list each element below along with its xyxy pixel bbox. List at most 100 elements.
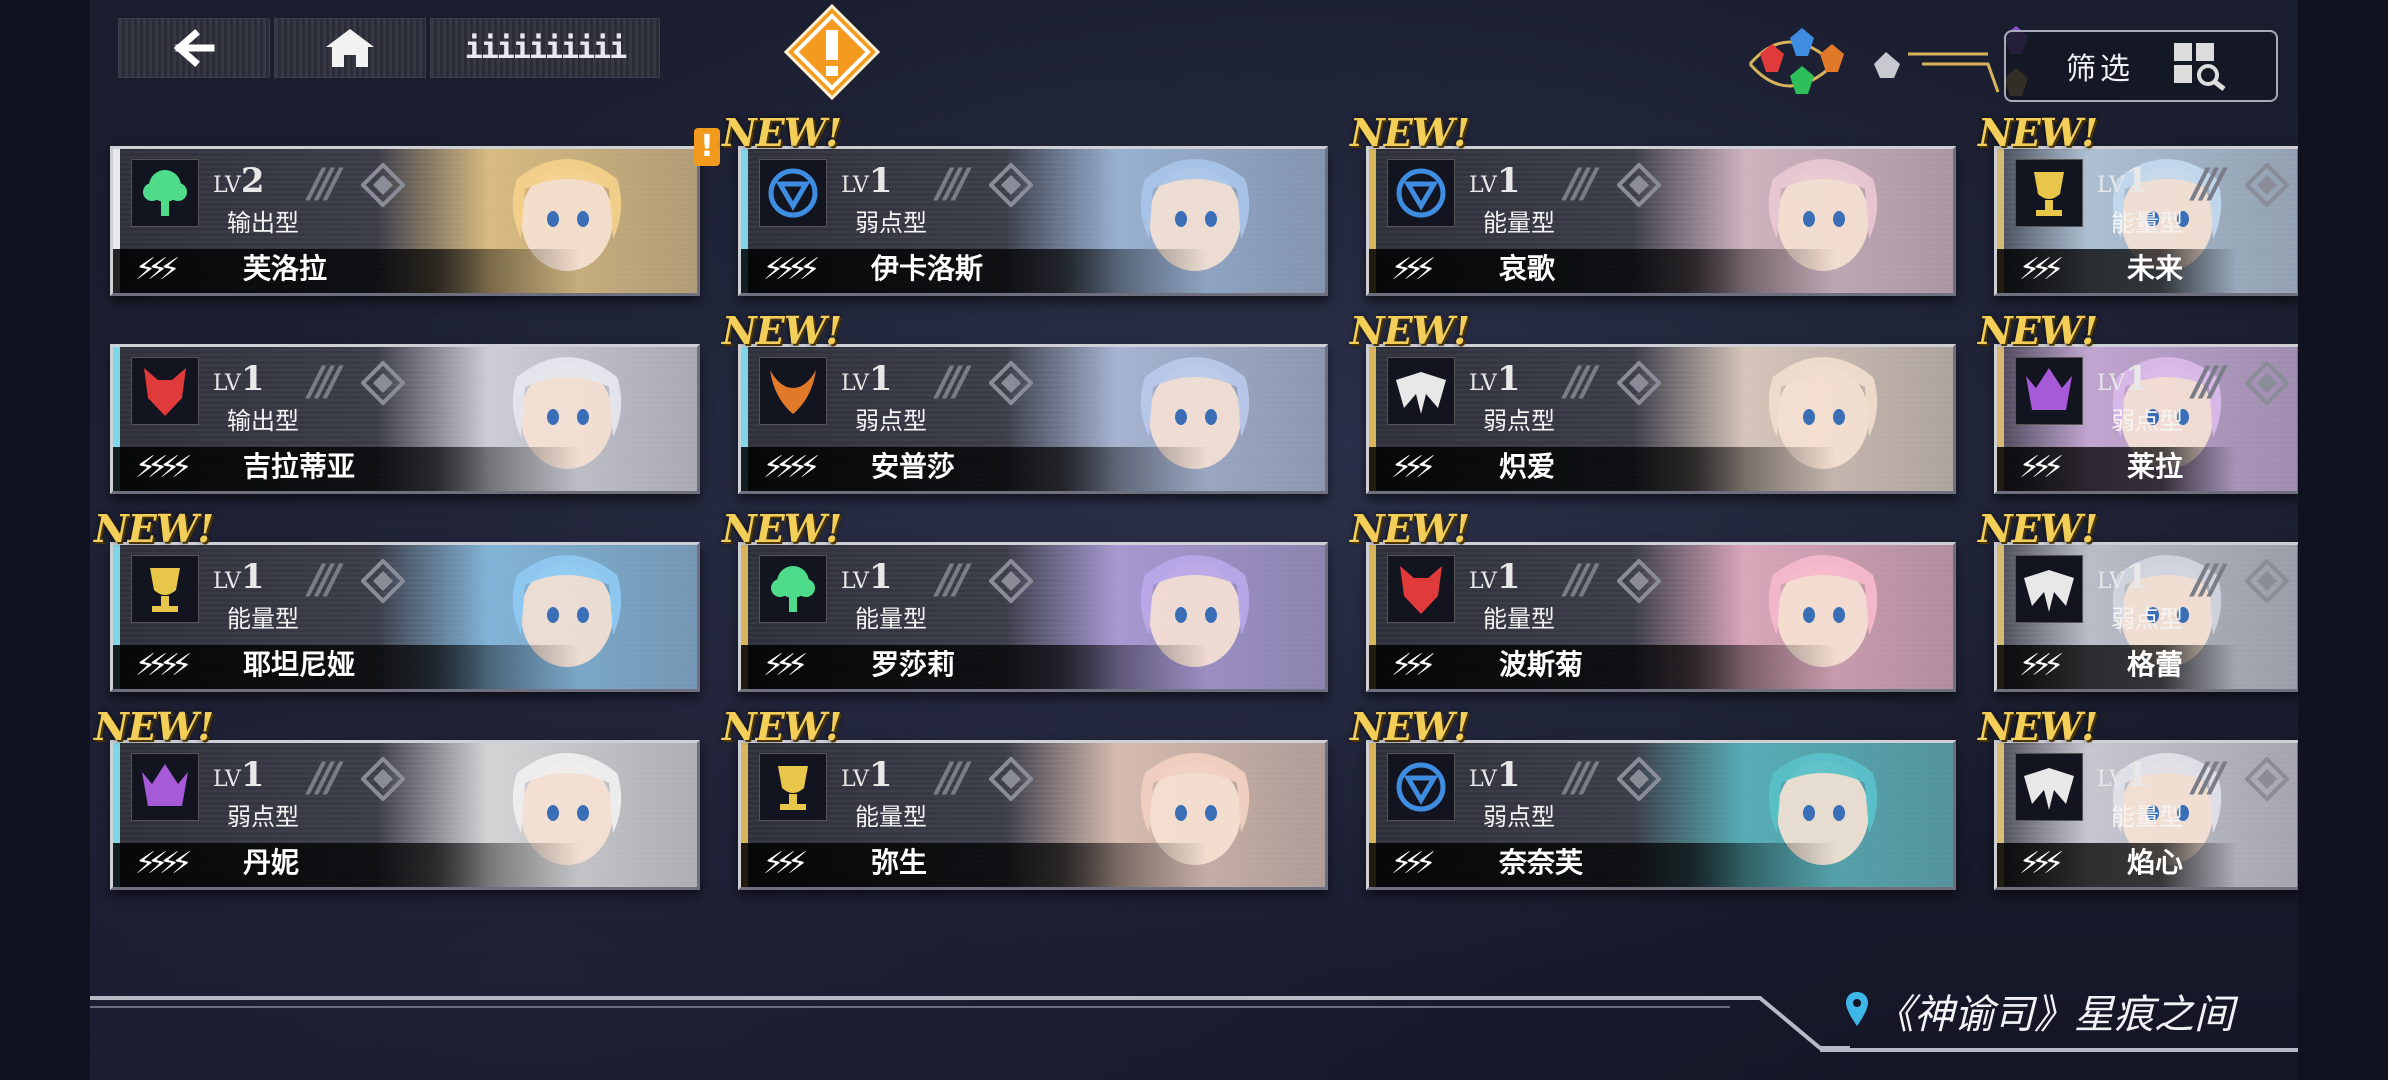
character-card[interactable]: LV1 /// 能量型 ⚡⚡⚡ 焰心 bbox=[1994, 740, 2298, 890]
class-diamond-icon bbox=[989, 559, 1033, 603]
character-card[interactable]: LV1 /// 能量型 ⚡⚡⚡ 波斯菊 bbox=[1366, 542, 1956, 692]
level-label: LV1 bbox=[1469, 161, 1521, 201]
character-card[interactable]: LV1 /// 能量型 ⚡⚡⚡ 哀歌 bbox=[1366, 146, 1956, 296]
character-card[interactable]: LV1 /// 能量型 ⚡⚡⚡ 未来 bbox=[1994, 146, 2298, 296]
new-badge: NEW! bbox=[1350, 110, 1470, 155]
character-card[interactable]: LV1 /// 输出型 ⚡⚡⚡⚡ 吉拉蒂亚 bbox=[110, 344, 700, 494]
back-arrow-icon bbox=[173, 29, 215, 67]
level-value: 1 bbox=[1496, 557, 1521, 597]
red-element-icon bbox=[1760, 44, 1784, 72]
character-card[interactable]: LV1 /// 能量型 ⚡⚡⚡⚡ 耶坦尼娅 bbox=[110, 542, 700, 692]
level-label: LV1 bbox=[2097, 557, 2149, 597]
character-type: 输出型 bbox=[227, 407, 299, 435]
slash-decoration: /// bbox=[309, 557, 341, 603]
gold-trophy-icon bbox=[759, 753, 827, 821]
character-card[interactable]: LV1 /// 能量型 ⚡⚡⚡ 罗莎莉 bbox=[738, 542, 1328, 692]
character-card[interactable]: LV1 /// 能量型 ⚡⚡⚡ 弥生 bbox=[738, 740, 1328, 890]
silver-element-icon bbox=[1874, 52, 1900, 78]
rarity-stars: ⚡⚡⚡ bbox=[1391, 252, 1436, 287]
blue-crest-icon bbox=[759, 159, 827, 227]
character-card[interactable]: LV1 /// 弱点型 ⚡⚡⚡ 奈奈芙 bbox=[1366, 740, 1956, 890]
level-label: LV1 bbox=[213, 359, 265, 399]
rarity-stars: ⚡⚡⚡⚡ bbox=[135, 648, 192, 683]
character-name: 焰心 bbox=[2127, 846, 2184, 879]
silver-wings-icon bbox=[2015, 555, 2083, 623]
footer-divider-bend bbox=[1730, 996, 1850, 1050]
character-type: 弱点型 bbox=[1483, 803, 1555, 831]
rarity-stars: ⚡⚡⚡ bbox=[135, 252, 180, 287]
level-prefix: LV bbox=[841, 371, 869, 396]
new-badge: NEW! bbox=[1978, 308, 2098, 353]
name-bar bbox=[1369, 249, 1953, 293]
level-prefix: LV bbox=[213, 173, 241, 198]
character-name: 波斯菊 bbox=[1499, 648, 1584, 681]
new-badge: NEW! bbox=[722, 110, 842, 155]
character-card[interactable]: LV1 /// 弱点型 ⚡⚡⚡⚡ 安普莎 bbox=[738, 344, 1328, 494]
character-type: 弱点型 bbox=[855, 209, 927, 237]
character-name: 奈奈芙 bbox=[1499, 846, 1584, 879]
blue-crest-icon bbox=[1387, 159, 1455, 227]
character-type: 能量型 bbox=[227, 605, 299, 633]
name-bar bbox=[1369, 645, 1953, 689]
name-bar bbox=[741, 249, 1325, 293]
character-name: 哀歌 bbox=[1499, 252, 1556, 285]
slash-decoration: /// bbox=[937, 161, 969, 207]
gold-trophy-icon bbox=[2015, 159, 2083, 227]
filter-button[interactable]: 筛选 bbox=[2004, 30, 2278, 102]
level-prefix: LV bbox=[2097, 569, 2125, 594]
class-diamond-icon bbox=[2245, 361, 2289, 405]
character-name: 丹妮 bbox=[243, 846, 300, 879]
level-value: 1 bbox=[868, 557, 893, 597]
back-button[interactable] bbox=[118, 18, 270, 78]
new-badge: NEW! bbox=[1978, 110, 2098, 155]
character-name: 弥生 bbox=[871, 846, 928, 879]
rarity-stars: ⚡⚡⚡⚡ bbox=[763, 450, 820, 485]
level-label: LV1 bbox=[1469, 359, 1521, 399]
character-name: 罗莎莉 bbox=[871, 648, 956, 681]
name-bar bbox=[1369, 843, 1953, 887]
rarity-stars: ⚡⚡⚡ bbox=[2019, 450, 2064, 485]
character-card[interactable]: LV1 /// 弱点型 ⚡⚡⚡ 格蕾 bbox=[1994, 542, 2298, 692]
character-card[interactable]: LV1 /// 弱点型 ⚡⚡⚡ 莱拉 bbox=[1994, 344, 2298, 494]
home-button[interactable] bbox=[274, 18, 426, 78]
slash-decoration: /// bbox=[309, 755, 341, 801]
class-diamond-icon bbox=[1617, 163, 1661, 207]
new-badge: NEW! bbox=[1350, 704, 1470, 749]
level-label: LV1 bbox=[1469, 557, 1521, 597]
slash-decoration: /// bbox=[937, 557, 969, 603]
level-prefix: LV bbox=[841, 767, 869, 792]
character-card[interactable]: LV1 /// 弱点型 ⚡⚡⚡ 炽爱 bbox=[1366, 344, 1956, 494]
class-diamond-icon bbox=[361, 757, 405, 801]
slash-decoration: /// bbox=[309, 359, 341, 405]
class-diamond-icon bbox=[989, 757, 1033, 801]
name-bar bbox=[113, 843, 697, 887]
character-type: 弱点型 bbox=[1483, 407, 1555, 435]
character-name: 安普莎 bbox=[871, 450, 956, 483]
level-value: 1 bbox=[868, 755, 893, 795]
filter-label: 筛选 bbox=[2066, 52, 2134, 87]
character-card[interactable]: LV2 /// 输出型 ⚡⚡⚡ 芙洛拉 bbox=[110, 146, 700, 296]
class-diamond-icon bbox=[361, 163, 405, 207]
new-badge: NEW! bbox=[1350, 308, 1470, 353]
slash-decoration: /// bbox=[937, 755, 969, 801]
class-diamond-icon bbox=[2245, 163, 2289, 207]
level-prefix: LV bbox=[213, 767, 241, 792]
rarity-stars: ⚡⚡⚡ bbox=[763, 846, 808, 881]
name-bar bbox=[113, 249, 697, 293]
character-card[interactable]: LV1 /// 弱点型 ⚡⚡⚡⚡ 伊卡洛斯 bbox=[738, 146, 1328, 296]
character-name: 格蕾 bbox=[2127, 648, 2184, 681]
character-type: 能量型 bbox=[2111, 209, 2183, 237]
class-diamond-icon bbox=[1617, 361, 1661, 405]
character-type: 能量型 bbox=[1483, 209, 1555, 237]
new-badge: NEW! bbox=[94, 506, 214, 551]
footer-divider bbox=[90, 996, 1750, 1000]
alert-diamond-icon[interactable] bbox=[782, 2, 882, 102]
level-label: LV1 bbox=[841, 755, 893, 795]
character-type: 弱点型 bbox=[227, 803, 299, 831]
character-name: 炽爱 bbox=[1499, 450, 1556, 483]
level-value: 1 bbox=[1496, 755, 1521, 795]
class-diamond-icon bbox=[989, 361, 1033, 405]
purple-crown-icon bbox=[2015, 357, 2083, 425]
sort-button[interactable]: iiiiiiiiii bbox=[430, 18, 660, 78]
character-card[interactable]: LV1 /// 弱点型 ⚡⚡⚡⚡ 丹妮 bbox=[110, 740, 700, 890]
